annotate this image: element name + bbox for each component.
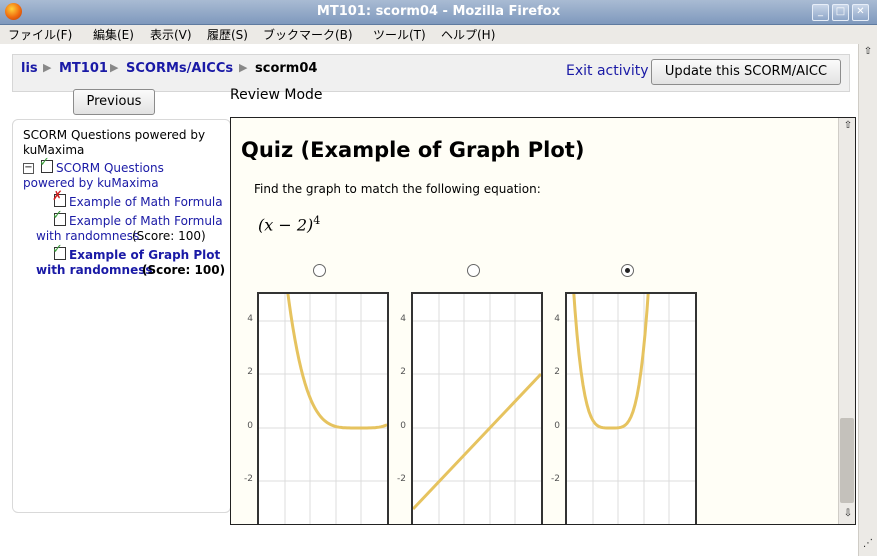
breadcrumb-separator-icon: ▶ xyxy=(43,61,52,74)
menu-history[interactable]: 履歴(S) xyxy=(207,26,248,43)
menu-bookmarks[interactable]: ブックマーク(B) xyxy=(263,26,353,43)
menu-bar: ファイル(F) 編集(E) 表示(V) 履歴(S) ブックマーク(B) ツール(… xyxy=(0,25,877,44)
menu-tools[interactable]: ツール(T) xyxy=(373,26,426,43)
breadcrumb-separator-icon: ▶ xyxy=(239,61,248,74)
quiz-prompt: Find the graph to match the following eq… xyxy=(254,182,541,196)
ytick: 2 xyxy=(400,367,406,377)
ytick: 4 xyxy=(247,314,253,324)
breadcrumb-course[interactable]: MT101 xyxy=(59,61,108,76)
ytick: -2 xyxy=(551,474,560,484)
toc-parent-line1[interactable]: SCORM Questions xyxy=(56,161,164,175)
option-3-radio[interactable] xyxy=(621,264,634,277)
toc-parent-line2[interactable]: powered by kuMaxima xyxy=(23,176,159,190)
graph-1-plot xyxy=(259,294,387,524)
ytick: 0 xyxy=(554,421,560,431)
toc-header: SCORM Questions powered by kuMaxima xyxy=(23,128,206,157)
resize-grip-icon[interactable]: ⋰ xyxy=(862,538,874,550)
frame-scroll-thumb[interactable] xyxy=(840,418,854,503)
toc-item-math-formula-random-line1[interactable]: Example of Math Formula xyxy=(69,214,223,228)
review-mode-label: Review Mode xyxy=(230,87,323,103)
menu-file[interactable]: ファイル(F) xyxy=(8,26,72,43)
ytick: 2 xyxy=(247,367,253,377)
quiz-equation: (x − 2)4 xyxy=(258,214,321,235)
ytick: -2 xyxy=(244,474,253,484)
failed-icon: ✗ xyxy=(52,189,66,207)
ytick: 2 xyxy=(554,367,560,377)
breadcrumb-current: scorm04 xyxy=(255,61,318,76)
menu-view[interactable]: 表示(V) xyxy=(150,26,192,43)
breadcrumb-lis[interactable]: lis xyxy=(21,61,38,76)
scroll-up-icon[interactable]: ⇧ xyxy=(842,120,854,132)
menu-edit[interactable]: 編集(E) xyxy=(93,26,134,43)
toc-item-score: (Score: 100) xyxy=(142,263,226,277)
graph-2-plot xyxy=(413,294,541,524)
ytick: 0 xyxy=(400,421,406,431)
graph-option-1 xyxy=(257,292,389,524)
graph-option-2 xyxy=(411,292,543,524)
breadcrumb-separator-icon: ▶ xyxy=(110,61,119,74)
toc-item-math-formula-random-line2[interactable]: with randomness xyxy=(36,229,139,243)
exit-activity-link[interactable]: Exit activity xyxy=(566,63,649,79)
graph-3-plot xyxy=(567,294,695,524)
toc-item-score: (Score: 100) xyxy=(132,229,206,243)
window-title: MT101: scorm04 - Mozilla Firefox xyxy=(316,4,561,19)
scroll-down-icon[interactable]: ⇩ xyxy=(842,508,854,520)
option-2-radio[interactable] xyxy=(467,264,480,277)
ytick: 4 xyxy=(400,314,406,324)
minimize-icon[interactable]: _ xyxy=(812,4,829,21)
menu-help[interactable]: ヘルプ(H) xyxy=(441,26,495,43)
close-icon[interactable]: ✕ xyxy=(852,4,869,21)
check-icon: ✓ xyxy=(52,242,66,260)
toc-item-graph-plot-line1[interactable]: Example of Graph Plot xyxy=(69,248,220,262)
page-content: lis ▶ MT101 ▶ SCORMs/AICCs ▶ scorm04 Exi… xyxy=(0,44,858,556)
previous-button[interactable]: Previous xyxy=(73,89,155,115)
check-icon: ✓ xyxy=(39,155,53,173)
breadcrumb-scorms[interactable]: SCORMs/AICCs xyxy=(126,61,233,76)
maximize-icon[interactable]: □ xyxy=(832,4,849,21)
collapse-icon[interactable]: − xyxy=(23,163,34,174)
ytick: 4 xyxy=(554,314,560,324)
option-1-radio[interactable] xyxy=(313,264,326,277)
window-titlebar: MT101: scorm04 - Mozilla Firefox _ □ ✕ xyxy=(0,0,877,25)
update-scorm-button[interactable]: Update this SCORM/AICC xyxy=(651,59,841,85)
ytick: 0 xyxy=(247,421,253,431)
scroll-up-icon[interactable]: ⇧ xyxy=(862,46,874,58)
toc-panel: SCORM Questions powered by kuMaxima − ✓ … xyxy=(12,119,231,513)
page-scrollbar[interactable]: ⇧ ⋰ xyxy=(858,44,877,556)
navbar: lis ▶ MT101 ▶ SCORMs/AICCs ▶ scorm04 Exi… xyxy=(12,54,850,92)
frame-scrollbar[interactable]: ⇧ ⇩ xyxy=(838,118,855,524)
scorm-frame[interactable]: Quiz (Example of Graph Plot) Find the gr… xyxy=(230,117,856,525)
quiz-title: Quiz (Example of Graph Plot) xyxy=(241,138,585,162)
graph-option-3 xyxy=(565,292,697,524)
ytick: -2 xyxy=(397,474,406,484)
toc-item-graph-plot-line2[interactable]: with randomness xyxy=(36,263,153,277)
toc-item-math-formula[interactable]: Example of Math Formula xyxy=(69,195,223,209)
check-icon: ✓ xyxy=(52,208,66,226)
graph-2-line xyxy=(413,372,541,511)
